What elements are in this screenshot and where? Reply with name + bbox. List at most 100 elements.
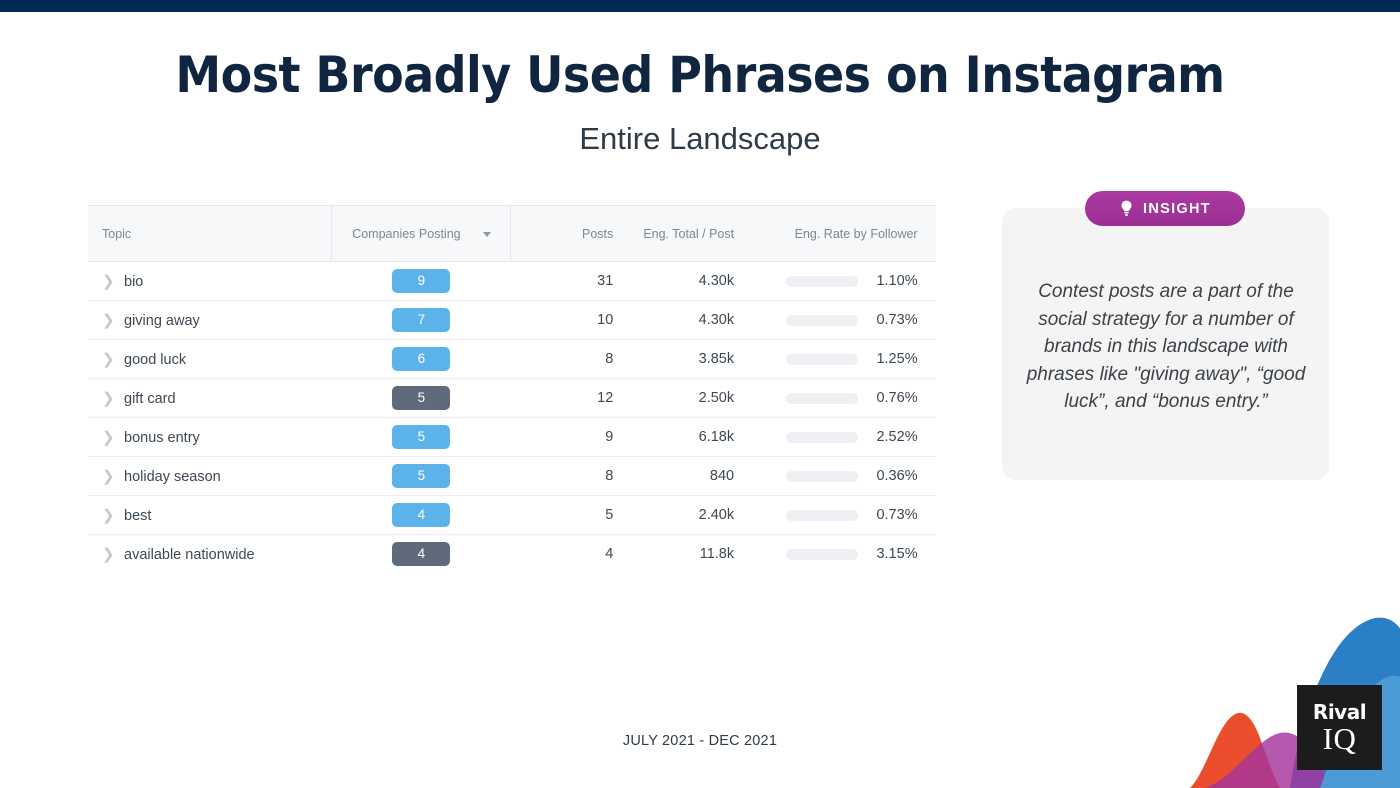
insight-badge: INSIGHT [1085, 191, 1245, 226]
cell-eng-rate-lift: +4.72x [931, 534, 936, 570]
companies-posting-pill: 5 [392, 386, 451, 410]
cell-eng-rate-by-follower: 0.73% [748, 495, 932, 535]
cell-companies-posting: 4 [331, 495, 511, 535]
cell-topic[interactable]: ❯ good luck [88, 339, 332, 379]
table-header: Topic Companies Posting Posts Eng. Total… [88, 205, 936, 262]
cell-eng-rate-lift: +1.86x [931, 339, 936, 379]
cell-eng-rate-by-follower: 0.73% [748, 300, 932, 340]
expand-row-chevron-icon[interactable]: ❯ [102, 272, 116, 290]
page-subtitle: Entire Landscape [579, 121, 821, 156]
topic-label: best [124, 508, 152, 524]
cell-eng-rate-by-follower: 1.10% [748, 261, 932, 301]
cell-eng-rate-lift: +1.65x [931, 261, 936, 301]
cell-posts: 10 [510, 300, 628, 340]
column-header-eng-rate-lift[interactable]: Eng. Rate Lift [931, 205, 936, 262]
insight-badge-label: INSIGHT [1143, 200, 1211, 217]
rival-iq-logo: Rival IQ [1297, 685, 1382, 770]
companies-posting-pill: 7 [392, 308, 451, 332]
column-header-companies-posting[interactable]: Companies Posting [331, 205, 512, 262]
eng-rate-value: 0.73% [876, 312, 918, 328]
cell-eng-rate-lift: +1.08x [931, 300, 936, 340]
phrases-table-container: Topic Companies Posting Posts Eng. Total… [88, 205, 936, 570]
cell-topic[interactable]: ❯ bonus entry [88, 417, 332, 457]
eng-rate-value: 1.10% [876, 273, 918, 289]
column-header-posts[interactable]: Posts [510, 205, 628, 262]
cell-eng-total-per-post: 2.40k [627, 495, 749, 535]
companies-posting-pill: 4 [392, 542, 451, 566]
topic-label: available nationwide [124, 547, 255, 563]
column-header-eng-total-per-post[interactable]: Eng. Total / Post [627, 205, 749, 262]
eng-rate-value: 0.76% [876, 390, 918, 406]
cell-companies-posting: 4 [331, 534, 511, 570]
cell-eng-total-per-post: 2.50k [627, 378, 749, 418]
cell-posts: 8 [510, 339, 628, 379]
table-row[interactable]: ❯ gift card 5 122.50k 0.76% +1.13x [88, 378, 936, 418]
column-header-eng-rate-by-follower[interactable]: Eng. Rate by Follower [748, 205, 932, 262]
eng-rate-value: 3.15% [876, 546, 918, 562]
phrases-table: Topic Companies Posting Posts Eng. Total… [88, 205, 936, 570]
table-row[interactable]: ❯ giving away 7 104.30k 0.73% +1.08x [88, 300, 936, 340]
table-row[interactable]: ❯ best 4 52.40k 0.73% +1.08x [88, 495, 936, 535]
companies-posting-pill: 9 [392, 269, 451, 293]
eng-rate-bar-track [785, 314, 858, 326]
cell-topic[interactable]: ❯ best [88, 495, 332, 535]
eng-rate-value: 0.73% [876, 507, 918, 523]
expand-row-chevron-icon[interactable]: ❯ [102, 506, 116, 524]
cell-eng-rate-by-follower: 0.76% [748, 378, 932, 418]
topic-label: good luck [124, 352, 187, 368]
cell-eng-rate-lift: +1.08x [931, 495, 936, 535]
cell-posts: 4 [510, 534, 628, 570]
cell-topic[interactable]: ❯ available nationwide [88, 534, 332, 570]
cell-topic[interactable]: ❯ gift card [88, 378, 332, 418]
expand-row-chevron-icon[interactable]: ❯ [102, 545, 116, 563]
top-accent-bar [0, 0, 1400, 12]
expand-row-chevron-icon[interactable]: ❯ [102, 428, 116, 446]
cell-posts: 9 [510, 417, 628, 457]
topic-label: holiday season [124, 469, 221, 485]
cell-companies-posting: 9 [331, 261, 511, 301]
expand-row-chevron-icon[interactable]: ❯ [102, 389, 116, 407]
cell-eng-total-per-post: 6.18k [627, 417, 749, 457]
expand-row-chevron-icon[interactable]: ❯ [102, 311, 116, 329]
table-row[interactable]: ❯ bonus entry 5 96.18k 2.52% +3.78x [88, 417, 936, 457]
cell-eng-total-per-post: 840 [627, 456, 749, 496]
cell-eng-rate-by-follower: 2.52% [748, 417, 932, 457]
cell-posts: 12 [510, 378, 628, 418]
logo-text-iq: IQ [1322, 720, 1357, 756]
table-row[interactable]: ❯ holiday season 5 8840 0.36% -1.89x [88, 456, 936, 496]
table-row[interactable]: ❯available nationwide4411.8k3.15%+4.72x [88, 534, 936, 570]
topic-label: bonus entry [124, 430, 200, 446]
eng-rate-value: 2.52% [876, 429, 918, 445]
cell-companies-posting: 5 [331, 456, 511, 496]
cell-posts: 31 [510, 261, 628, 301]
companies-posting-pill: 6 [392, 347, 451, 371]
companies-posting-pill: 5 [392, 425, 451, 449]
companies-posting-pill: 5 [392, 464, 451, 488]
cell-eng-rate-lift: -1.89x [931, 456, 936, 496]
cell-topic[interactable]: ❯ bio [88, 261, 332, 301]
column-header-topic[interactable]: Topic [88, 205, 332, 262]
expand-row-chevron-icon[interactable]: ❯ [102, 350, 116, 368]
chevron-down-icon[interactable] [482, 231, 491, 237]
topic-label: giving away [124, 313, 200, 329]
table-row[interactable]: ❯ good luck 6 83.85k 1.25% +1.86x [88, 339, 936, 379]
table-body: ❯ bio 9 314.30k 1.10% +1.65x ❯ giving away 7 104.… [88, 261, 936, 570]
cell-eng-rate-by-follower: 3.15% [748, 534, 932, 570]
cell-companies-posting: 5 [331, 378, 511, 418]
table-row[interactable]: ❯ bio 9 314.30k 1.10% +1.65x [88, 261, 936, 301]
cell-eng-total-per-post: 4.30k [627, 300, 749, 340]
cell-eng-total-per-post: 4.30k [627, 261, 749, 301]
eng-rate-value: 0.36% [876, 468, 918, 484]
lightbulb-icon [1121, 200, 1132, 216]
companies-posting-pill: 4 [392, 503, 451, 527]
logo-text-rival: Rival [1312, 699, 1367, 724]
cell-topic[interactable]: ❯ giving away [88, 300, 332, 340]
cell-companies-posting: 5 [331, 417, 511, 457]
eng-rate-value: 1.25% [876, 351, 918, 367]
eng-rate-bar-track [785, 353, 858, 365]
cell-companies-posting: 6 [331, 339, 511, 379]
cell-topic[interactable]: ❯ holiday season [88, 456, 332, 496]
expand-row-chevron-icon[interactable]: ❯ [102, 467, 116, 485]
eng-rate-bar-track [785, 509, 858, 521]
column-header-companies-posting-label: Companies Posting [352, 226, 461, 241]
